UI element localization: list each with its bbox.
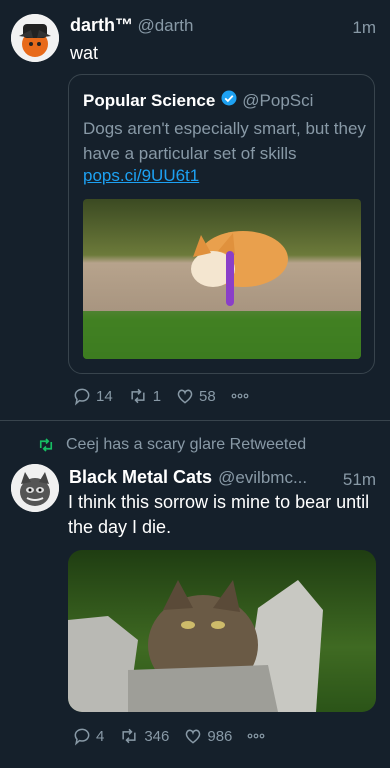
retweet-icon: [39, 438, 53, 452]
retweet-button[interactable]: 1: [127, 386, 161, 406]
retweet-icon: [122, 728, 136, 744]
display-name[interactable]: darth™: [70, 15, 133, 35]
tweet-text: I think this sorrow is mine to bear unti…: [68, 492, 370, 537]
verified-badge-icon: [220, 89, 238, 112]
display-name[interactable]: Black Metal Cats: [69, 467, 212, 488]
quoted-link[interactable]: pops.ci/9UU6t1: [83, 166, 199, 186]
timestamp[interactable]: 51m: [343, 470, 376, 490]
reply-count: 4: [96, 727, 105, 745]
quoted-text: Dogs aren't especially smart, but they h…: [83, 119, 366, 163]
reply-icon: [74, 728, 90, 746]
retweet-button[interactable]: 346: [118, 726, 169, 746]
like-button[interactable]: 986: [183, 726, 232, 746]
tweet-header: darth™ @darth: [70, 15, 193, 36]
reply-count: 14: [96, 387, 113, 405]
tweet-actions: 4 346 986: [72, 726, 284, 746]
quoted-header: Popular Science @PopSci: [83, 89, 313, 112]
quoted-display-name: Popular Science: [83, 90, 216, 110]
more-dots-icon: [248, 733, 265, 739]
user-handle[interactable]: @evilbmc...: [218, 468, 307, 488]
retweet-count: 1: [152, 387, 162, 405]
retweeted-by-header[interactable]: Ceej has a scary glare Retweeted: [36, 436, 306, 454]
like-button[interactable]: 58: [175, 386, 216, 406]
quoted-tweet[interactable]: Popular Science @PopSci Dogs aren't espe…: [68, 74, 375, 374]
user-handle[interactable]: @darth: [137, 16, 193, 35]
retweet-count: 346: [144, 727, 170, 745]
more-dots-icon: [231, 393, 249, 399]
reply-icon: [74, 388, 90, 406]
quoted-handle: @PopSci: [242, 90, 314, 110]
retweeted-by-text: Ceej has a scary glare Retweeted: [66, 436, 307, 453]
heart-icon: [186, 729, 201, 744]
tweet-actions: 14 1 58: [72, 386, 268, 406]
tweet-text: wat: [70, 43, 99, 63]
timestamp[interactable]: 1m: [352, 18, 376, 38]
more-button[interactable]: [246, 731, 270, 741]
cat-photo[interactable]: [68, 550, 376, 712]
reply-button[interactable]: 14: [72, 386, 113, 406]
like-count: 986: [207, 727, 233, 745]
like-count: 58: [199, 387, 216, 405]
reply-button[interactable]: 4: [72, 726, 104, 746]
heart-icon: [177, 389, 193, 404]
quoted-dog-image[interactable]: [83, 199, 361, 359]
retweet-icon: [131, 388, 145, 404]
tweet-divider: [0, 420, 390, 421]
avatar[interactable]: [11, 14, 59, 62]
avatar[interactable]: [11, 464, 59, 512]
tweet-header: Black Metal Cats @evilbmc...: [69, 467, 307, 488]
more-button[interactable]: [230, 391, 254, 401]
